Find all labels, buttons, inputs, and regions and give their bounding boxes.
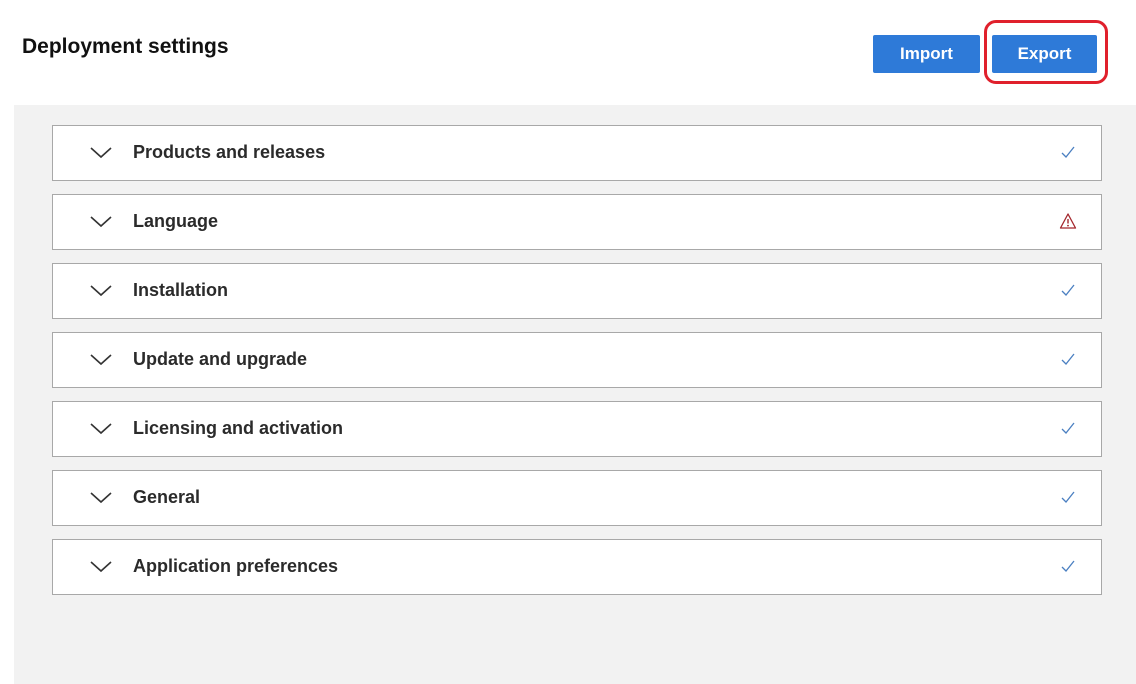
warning-icon bbox=[1059, 213, 1077, 229]
section-update-and-upgrade[interactable]: Update and upgrade bbox=[52, 332, 1102, 388]
sections-list: Products and releases Language Installat… bbox=[52, 125, 1102, 608]
section-language[interactable]: Language bbox=[52, 194, 1102, 250]
page-title: Deployment settings bbox=[22, 35, 229, 58]
check-icon bbox=[1061, 353, 1075, 365]
check-icon bbox=[1061, 146, 1075, 158]
check-icon bbox=[1061, 422, 1075, 434]
section-label: Language bbox=[133, 211, 219, 231]
export-button[interactable]: Export bbox=[992, 35, 1097, 73]
section-label: Products and releases bbox=[133, 142, 326, 162]
settings-panel: Products and releases Language Installat… bbox=[14, 105, 1136, 684]
section-label: Application preferences bbox=[133, 556, 339, 576]
section-label: Update and upgrade bbox=[133, 349, 308, 369]
chevron-down-icon bbox=[90, 492, 112, 504]
chevron-down-icon bbox=[90, 561, 112, 573]
chevron-down-icon bbox=[90, 423, 112, 435]
section-label: Installation bbox=[133, 280, 229, 300]
section-products-and-releases[interactable]: Products and releases bbox=[52, 125, 1102, 181]
chevron-down-icon bbox=[90, 147, 112, 159]
section-label: General bbox=[133, 487, 201, 507]
check-icon bbox=[1061, 560, 1075, 572]
section-label: Licensing and activation bbox=[133, 418, 344, 438]
chevron-down-icon bbox=[90, 285, 112, 297]
section-application-preferences[interactable]: Application preferences bbox=[52, 539, 1102, 595]
check-icon bbox=[1061, 284, 1075, 296]
section-installation[interactable]: Installation bbox=[52, 263, 1102, 319]
section-licensing-and-activation[interactable]: Licensing and activation bbox=[52, 401, 1102, 457]
check-icon bbox=[1061, 491, 1075, 503]
deployment-settings-page: Deployment settings Import Export Produc… bbox=[0, 0, 1136, 684]
chevron-down-icon bbox=[90, 354, 112, 366]
chevron-down-icon bbox=[90, 216, 112, 228]
import-button[interactable]: Import bbox=[873, 35, 980, 73]
section-general[interactable]: General bbox=[52, 470, 1102, 526]
